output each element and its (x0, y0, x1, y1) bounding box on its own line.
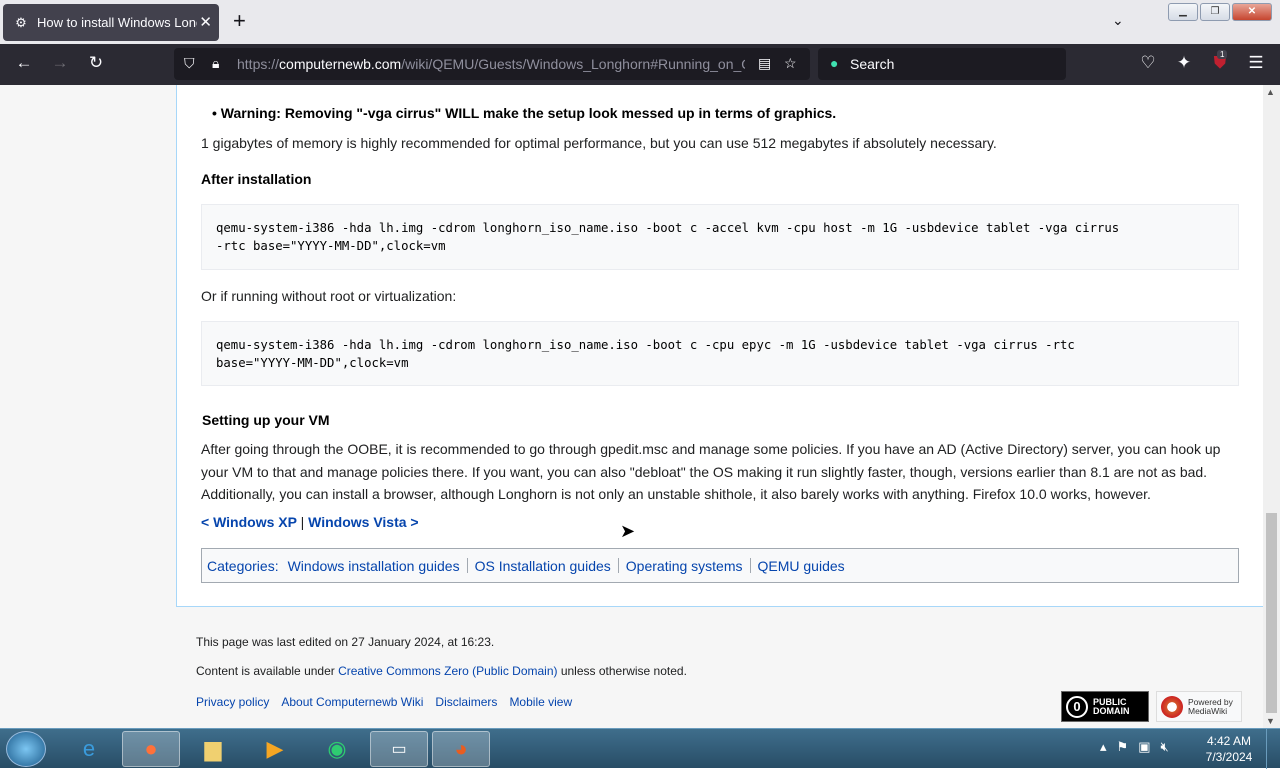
tab-bar: ⚙ How to install Windows Longhorn ✕ + ⌄ … (0, 0, 1280, 44)
tracking-shield-icon[interactable]: ⛉ (184, 55, 195, 72)
after-installation-heading: After installation (201, 171, 312, 187)
system-clock[interactable]: 4:42 AM 7/3/2024 (1200, 733, 1258, 765)
license-text: Content is available under Creative Comm… (196, 664, 687, 678)
windows-taskbar: e ● ▆ ▶ ◉ ▭ ◕ ▴ ⚑ ▣ 🔇︎ 4:42 AM 7/3/2024 (0, 728, 1280, 769)
license-link[interactable]: Creative Commons Zero (Public Domain) (338, 664, 557, 678)
footer-link-mobile[interactable]: Mobile view (509, 695, 572, 709)
mediawiki-flower-icon (1161, 695, 1183, 718)
mouse-cursor-icon: ➤ (620, 521, 636, 541)
kvm-command-block: qemu-system-i386 -hda lh.img -cdrom long… (201, 204, 1239, 270)
qemu-icon[interactable]: ◕ (432, 731, 490, 767)
media-player-icon[interactable]: ▶ (246, 731, 304, 767)
footer-link-disclaimers[interactable]: Disclaimers (435, 695, 497, 709)
show-desktop-button[interactable] (1266, 729, 1280, 769)
category-link[interactable]: OS Installation guides (466, 558, 618, 574)
setting-up-vm-heading: Setting up your VM (202, 412, 330, 428)
clock-time: 4:42 AM (1206, 734, 1252, 748)
scrollbar-thumb[interactable] (1266, 513, 1277, 713)
close-window-button[interactable]: ✕ (1232, 3, 1272, 21)
restore-button[interactable]: ❐ (1200, 3, 1230, 21)
start-button[interactable] (6, 731, 46, 767)
search-input[interactable]: Search (850, 56, 894, 72)
prev-article-link[interactable]: < Windows XP (201, 514, 297, 530)
tab-title: How to install Windows Longhorn (37, 15, 197, 30)
url-text[interactable]: https://computernewb.com/wiki/QEMU/Guest… (237, 56, 745, 72)
categories-label[interactable]: Categories: (207, 558, 281, 574)
tab-active[interactable]: ⚙ How to install Windows Longhorn ✕ (3, 4, 219, 41)
tab-close-icon[interactable]: ✕ (199, 13, 212, 31)
action-center-flag-icon[interactable]: ⚑ (1117, 739, 1129, 755)
warning-list-item: • Warning: Removing "-vga cirrus" WILL m… (212, 105, 837, 121)
next-article-link[interactable]: Windows Vista > (308, 514, 418, 530)
network-icon[interactable]: ▣ (1138, 739, 1150, 755)
article-navigation: < Windows XP | Windows Vista > (201, 514, 419, 530)
category-link[interactable]: QEMU guides (749, 558, 852, 574)
command-prompt-icon[interactable]: ▭ (370, 731, 428, 767)
reload-icon[interactable]: ↻ (84, 53, 108, 73)
search-bar[interactable]: ● Search (818, 48, 1066, 80)
internet-explorer-icon[interactable]: e (60, 731, 118, 767)
public-domain-logo[interactable]: 0 PUBLIC DOMAIN (1061, 691, 1149, 722)
no-root-note: Or if running without root or virtualiza… (201, 288, 457, 304)
category-links: Categories: Windows installation guides … (201, 548, 1239, 583)
memory-note: 1 gigabytes of memory is highly recommen… (201, 135, 997, 151)
setup-paragraph: After going through the OOBE, it is reco… (201, 441, 1221, 502)
reader-view-icon[interactable]: ▤ (758, 55, 771, 72)
no-root-command-block: qemu-system-i386 -hda lh.img -cdrom long… (201, 321, 1239, 386)
app-globe-icon[interactable]: ◉ (308, 731, 366, 767)
page-content: • Warning: Removing "-vga cirrus" WILL m… (0, 85, 1263, 728)
public-domain-icon: 0 (1066, 695, 1088, 718)
new-tab-button[interactable]: + (233, 10, 246, 32)
category-link[interactable]: Windows installation guides (281, 558, 467, 574)
minimize-button[interactable]: ▁ (1168, 3, 1198, 21)
list-all-tabs-chevron-icon[interactable]: ⌄ (1112, 12, 1124, 29)
pocket-icon[interactable]: ♡ (1136, 53, 1160, 73)
scroll-down-arrow-icon[interactable]: ▼ (1266, 716, 1275, 726)
search-engine-icon: ● (830, 55, 839, 71)
menu-hamburger-icon[interactable]: ☰ (1244, 53, 1268, 73)
footer-link-about[interactable]: About Computernewb Wiki (281, 695, 423, 709)
show-hidden-icons-icon[interactable]: ▴ (1100, 739, 1107, 755)
scroll-up-arrow-icon[interactable]: ▲ (1266, 87, 1275, 97)
volume-muted-icon[interactable]: 🔇︎ (1160, 739, 1168, 755)
extensions-icon[interactable]: ✦ (1172, 53, 1196, 73)
extension-badge: 1 (1217, 50, 1228, 59)
window-controls: ▁ ❐ ✕ (1168, 3, 1272, 21)
bookmark-star-icon[interactable]: ☆ (784, 55, 797, 72)
forward-arrow-icon[interactable]: → (48, 53, 72, 73)
file-explorer-icon[interactable]: ▆ (184, 731, 242, 767)
footer-link-privacy[interactable]: Privacy policy (196, 695, 269, 709)
page-scrollbar[interactable]: ▲ ▼ (1263, 85, 1280, 728)
url-bar[interactable]: ⛉ 🔒︎ https://computernewb.com/wiki/QEMU/… (174, 48, 810, 80)
last-edited-text: This page was last edited on 27 January … (196, 635, 495, 649)
firefox-icon[interactable]: ● (122, 731, 180, 767)
site-favicon-icon: ⚙ (15, 14, 27, 30)
footer-links: Privacy policy About Computernewb Wiki D… (196, 695, 572, 709)
navigation-toolbar: ← → ↻ ⛉ 🔒︎ https://computernewb.com/wiki… (0, 44, 1280, 85)
back-arrow-icon[interactable]: ← (12, 53, 36, 73)
lock-icon[interactable]: 🔒︎ (212, 55, 219, 72)
nav-separator: | (300, 514, 305, 530)
category-link[interactable]: Operating systems (617, 558, 750, 574)
powered-by-mediawiki-logo[interactable]: Powered by MediaWiki (1156, 691, 1242, 722)
clock-date: 7/3/2024 (1205, 750, 1253, 764)
system-tray: ▴ ⚑ ▣ 🔇︎ (1100, 739, 1169, 755)
